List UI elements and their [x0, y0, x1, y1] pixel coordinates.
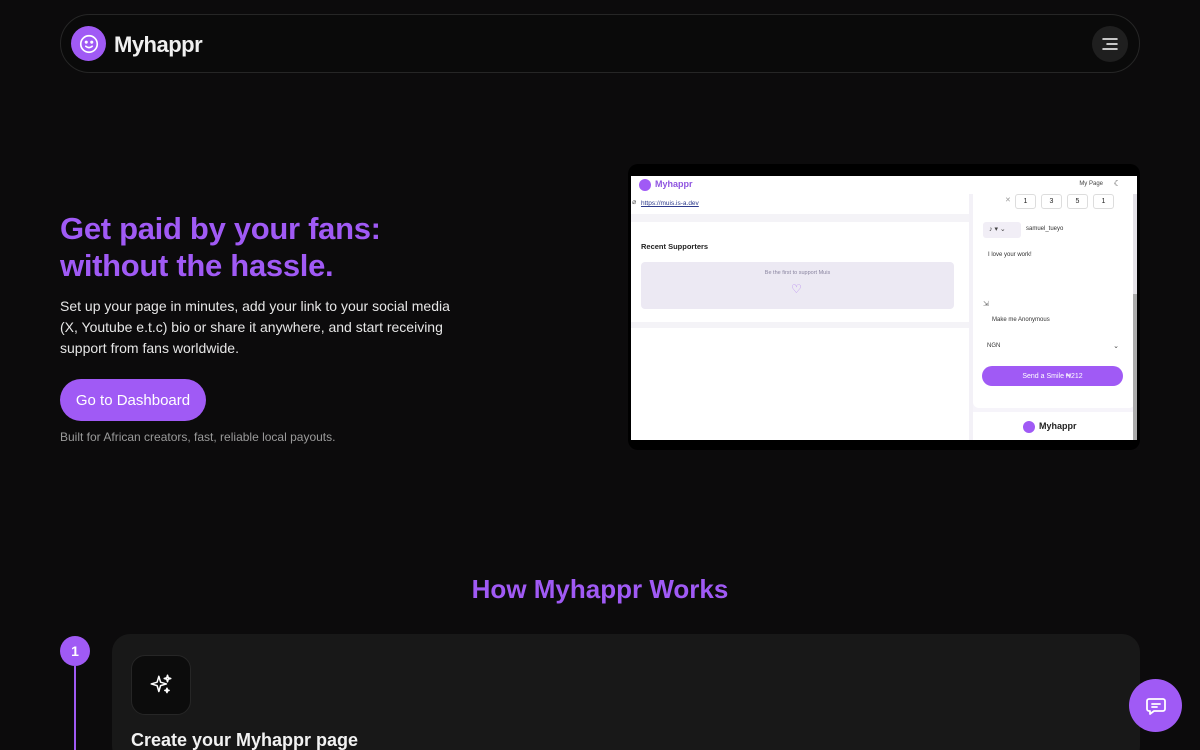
preview-screen: Myhappr My Page ☾ ⌀ https://muis.is-a.de… [631, 176, 1137, 440]
preview-currency: NGN [987, 343, 1001, 349]
preview-link: https://muis.is-a.dev [641, 200, 699, 207]
heart-icon: ♡ [791, 282, 802, 296]
preview-send-button: Send a Smile ₦212 [982, 366, 1123, 386]
preview-qty-2: 3 [1041, 194, 1062, 209]
step-timeline-line [74, 666, 76, 750]
preview-qty-4: 1 [1093, 194, 1114, 209]
step-card: Create your Myhappr page [112, 634, 1140, 750]
preview-qty-1: 1 [1015, 194, 1036, 209]
moon-icon: ☾ [1113, 179, 1121, 188]
chat-bubble-icon [1145, 697, 1166, 715]
chevron-down-icon: ⌄ [1113, 343, 1119, 350]
preview-logo-icon [639, 179, 651, 191]
top-nav: Myhappr [60, 14, 1140, 73]
times-icon: ✕ [1005, 197, 1011, 204]
preview-anonymous: Make me Anonymous [992, 317, 1050, 323]
chat-button[interactable] [1129, 679, 1182, 732]
tiktok-select: ♪ ▾ ⌄ [983, 222, 1021, 238]
preview-my-page: My Page [1079, 181, 1103, 187]
preview-message: I love your work! [983, 244, 1125, 296]
preview-under-separator [631, 322, 969, 328]
preview-footer-brand: Myhappr [1039, 421, 1077, 431]
how-it-works-title: How Myhappr Works [471, 574, 729, 604]
preview-footer: Myhappr [973, 412, 1135, 440]
hero-note: Built for African creators, fast, reliab… [60, 430, 336, 444]
preview-scroll-thumb [1133, 294, 1137, 440]
preview-support-box: Be the first to support Muis ♡ [641, 262, 954, 309]
brand-name[interactable]: Myhappr [114, 32, 203, 58]
preview-scrollbar [1133, 194, 1137, 440]
preview-qty-3: 5 [1067, 194, 1088, 209]
preview-topbar: Myhappr My Page ☾ [631, 176, 1137, 194]
sparkles-icon [131, 655, 191, 715]
preview-recent-supporters: Recent Supporters [641, 242, 709, 251]
hero-description: Set up your page in minutes, add your li… [60, 298, 450, 356]
hero-title: Get paid by your fans: without the hassl… [60, 211, 381, 283]
preview-separator [631, 214, 969, 222]
smiley-icon[interactable] [71, 26, 106, 61]
menu-icon [1102, 38, 1118, 50]
go-to-dashboard-button[interactable]: Go to Dashboard [60, 379, 206, 421]
preview-footer-logo-icon [1023, 421, 1035, 433]
preview-left-panel: ⌀ https://muis.is-a.dev Recent Supporter… [631, 194, 969, 440]
preview-username: samuel_tueyo [1026, 226, 1064, 232]
preview-first-support: Be the first to support Muis [764, 270, 831, 276]
menu-button[interactable] [1092, 26, 1128, 62]
app-preview: Myhappr My Page ☾ ⌀ https://muis.is-a.de… [628, 164, 1140, 450]
smile-emoji-icon: 😊 [988, 194, 998, 204]
preview-right-panel: 😊 ✕ 1 3 5 1 ♪ ▾ ⌄ samuel_tueyo I love yo… [973, 194, 1135, 440]
step-title: Create your Myhappr page [131, 730, 359, 750]
step-number: 1 [60, 636, 90, 666]
preview-currency-select: NGN ⌄ [983, 338, 1125, 355]
cursor-icon: ⇲ [983, 301, 989, 308]
link-icon: ⌀ [632, 199, 637, 206]
preview-support-card: 😊 ✕ 1 3 5 1 ♪ ▾ ⌄ samuel_tueyo I love yo… [973, 194, 1135, 408]
preview-brand: Myhappr [655, 179, 693, 189]
